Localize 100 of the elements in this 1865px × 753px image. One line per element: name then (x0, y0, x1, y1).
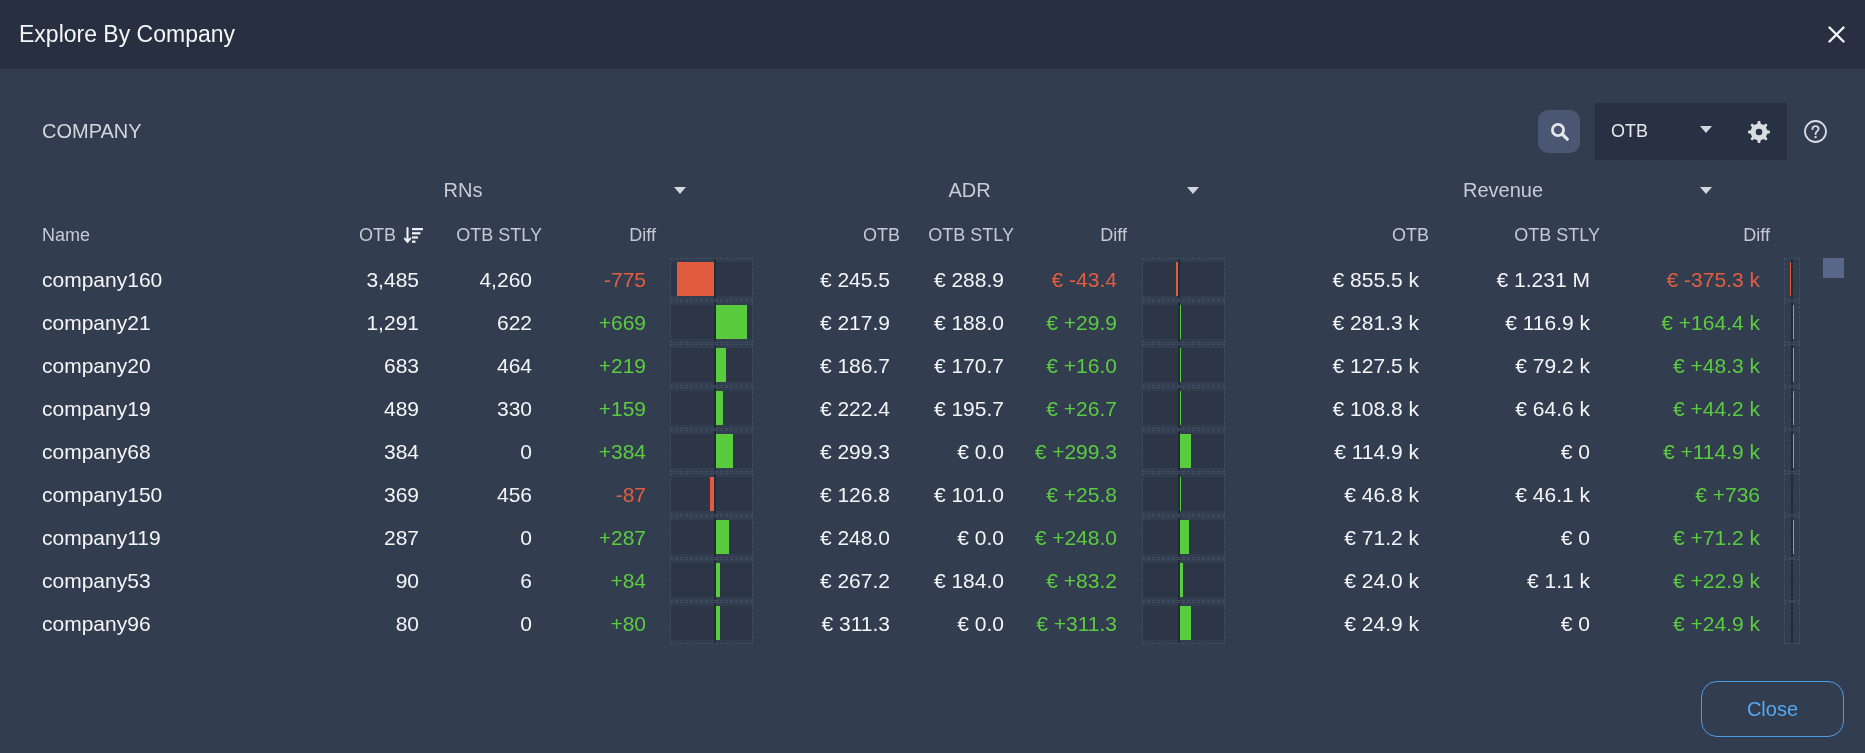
diff-value: +84 (610, 568, 646, 593)
otb-value: € 299.3 (819, 439, 890, 464)
column-group-label: RNs (443, 178, 483, 201)
column-header[interactable]: OTB (359, 224, 423, 246)
stly-value: 0 (520, 439, 532, 464)
column-header[interactable]: Diff (629, 224, 656, 246)
stly-value: € 1.1 k (1526, 568, 1590, 593)
otb-value: 384 (383, 439, 419, 464)
dialog-title: Explore By Company (19, 21, 236, 48)
diff-value: +219 (598, 353, 646, 378)
stly-value: € 0.0 (957, 439, 1004, 464)
stly-value: € 288.9 (933, 267, 1004, 292)
bar-track (671, 348, 714, 382)
settings-icon[interactable] (1748, 120, 1770, 143)
stly-value: € 170.7 (933, 353, 1004, 378)
diff-value: € +83.2 (1046, 568, 1117, 593)
otb-value: € 114.9 k (1334, 439, 1419, 464)
close-button[interactable]: Close (1701, 681, 1844, 737)
scrollbar-thumb[interactable] (1823, 258, 1844, 278)
stly-value: € 195.7 (933, 396, 1004, 421)
diff-value: € +44.2 k (1673, 396, 1760, 421)
bar-track (1143, 563, 1178, 597)
search-icon (1549, 122, 1569, 141)
diff-value: € +16.0 (1046, 353, 1117, 378)
diff-value: € -43.4 (1051, 267, 1117, 292)
diff-value: € +736 (1695, 482, 1760, 507)
company-name: company150 (42, 482, 163, 507)
diff-value: -87 (615, 482, 646, 507)
column-header[interactable]: OTB (863, 224, 900, 246)
stly-value: 330 (496, 396, 532, 421)
column-group-label: ADR (948, 178, 991, 201)
stly-value: 4,260 (479, 267, 532, 292)
diff-value: +287 (598, 525, 646, 550)
column-header[interactable]: OTB STLY (1514, 224, 1600, 246)
caret-icon[interactable] (1187, 186, 1199, 194)
diff-value: +384 (598, 439, 646, 464)
stly-value: € 64.6 k (1515, 396, 1590, 421)
otb-value: € 217.9 (819, 310, 890, 335)
otb-value: € 186.7 (819, 353, 890, 378)
otb-value: € 46.8 k (1344, 482, 1419, 507)
otb-value: € 248.0 (819, 525, 890, 550)
company-name: company68 (42, 439, 151, 464)
stly-value: € 101.0 (933, 482, 1004, 507)
close-icon[interactable] (1828, 26, 1845, 43)
otb-value: € 24.9 k (1344, 611, 1419, 636)
otb-value: 287 (383, 525, 419, 550)
column-header[interactable]: Name (42, 224, 90, 246)
stly-value: € 0 (1560, 525, 1590, 550)
otb-value: € 127.5 k (1332, 353, 1419, 378)
diff-value: € +26.7 (1046, 396, 1117, 421)
diff-value: € +22.9 k (1673, 568, 1760, 593)
measure-dropdown[interactable]: OTB (1595, 103, 1728, 160)
bar-track (671, 606, 714, 640)
search-button[interactable] (1538, 110, 1580, 153)
stly-value: € 184.0 (933, 568, 1004, 593)
stly-value: € 116.9 k (1505, 310, 1590, 335)
otb-value: € 222.4 (819, 396, 890, 421)
stly-value: € 188.0 (933, 310, 1004, 335)
stly-value: 0 (520, 525, 532, 550)
caret-icon (1700, 126, 1712, 133)
column-header[interactable]: OTB STLY (456, 224, 542, 246)
stly-value: € 0.0 (957, 525, 1004, 550)
otb-value: 489 (383, 396, 419, 421)
company-name: company19 (42, 396, 151, 421)
bar-track (1143, 477, 1178, 511)
diff-value: € -375.3 k (1666, 267, 1760, 292)
diff-value: +669 (598, 310, 646, 335)
bar-track (1143, 391, 1178, 425)
diff-value: +80 (610, 611, 646, 636)
column-header[interactable]: Diff (1100, 224, 1127, 246)
bar-track (671, 434, 714, 468)
help-icon[interactable] (1804, 120, 1827, 143)
stly-value: € 0 (1560, 611, 1590, 636)
column-header[interactable]: Diff (1743, 224, 1770, 246)
stly-value: 456 (496, 482, 532, 507)
company-name: company21 (42, 310, 151, 335)
column-header[interactable]: OTB (1392, 224, 1429, 246)
otb-value: € 24.0 k (1344, 568, 1419, 593)
bar-track (1143, 606, 1178, 640)
otb-value: € 71.2 k (1344, 525, 1419, 550)
bar-track (671, 563, 714, 597)
caret-icon[interactable] (674, 186, 686, 194)
otb-value: € 267.2 (819, 568, 890, 593)
bar-track (1143, 434, 1178, 468)
otb-value: € 245.5 (819, 267, 890, 292)
otb-value: € 281.3 k (1332, 310, 1419, 335)
column-group-label: Revenue (1462, 178, 1544, 201)
diff-value: € +311.3 (1036, 611, 1117, 636)
column-header[interactable]: OTB STLY (928, 224, 1014, 246)
caret-icon[interactable] (1700, 186, 1712, 194)
stly-value: 6 (520, 568, 532, 593)
otb-value: € 311.3 (821, 611, 890, 636)
bar-track (1143, 348, 1178, 382)
company-name: company160 (42, 267, 163, 292)
company-name: company20 (42, 353, 151, 378)
otb-value: 1,291 (366, 310, 419, 335)
diff-value: € +48.3 k (1673, 353, 1760, 378)
diff-value: +159 (598, 396, 646, 421)
otb-value: € 126.8 (819, 482, 890, 507)
diff-value: € +164.4 k (1661, 310, 1760, 335)
